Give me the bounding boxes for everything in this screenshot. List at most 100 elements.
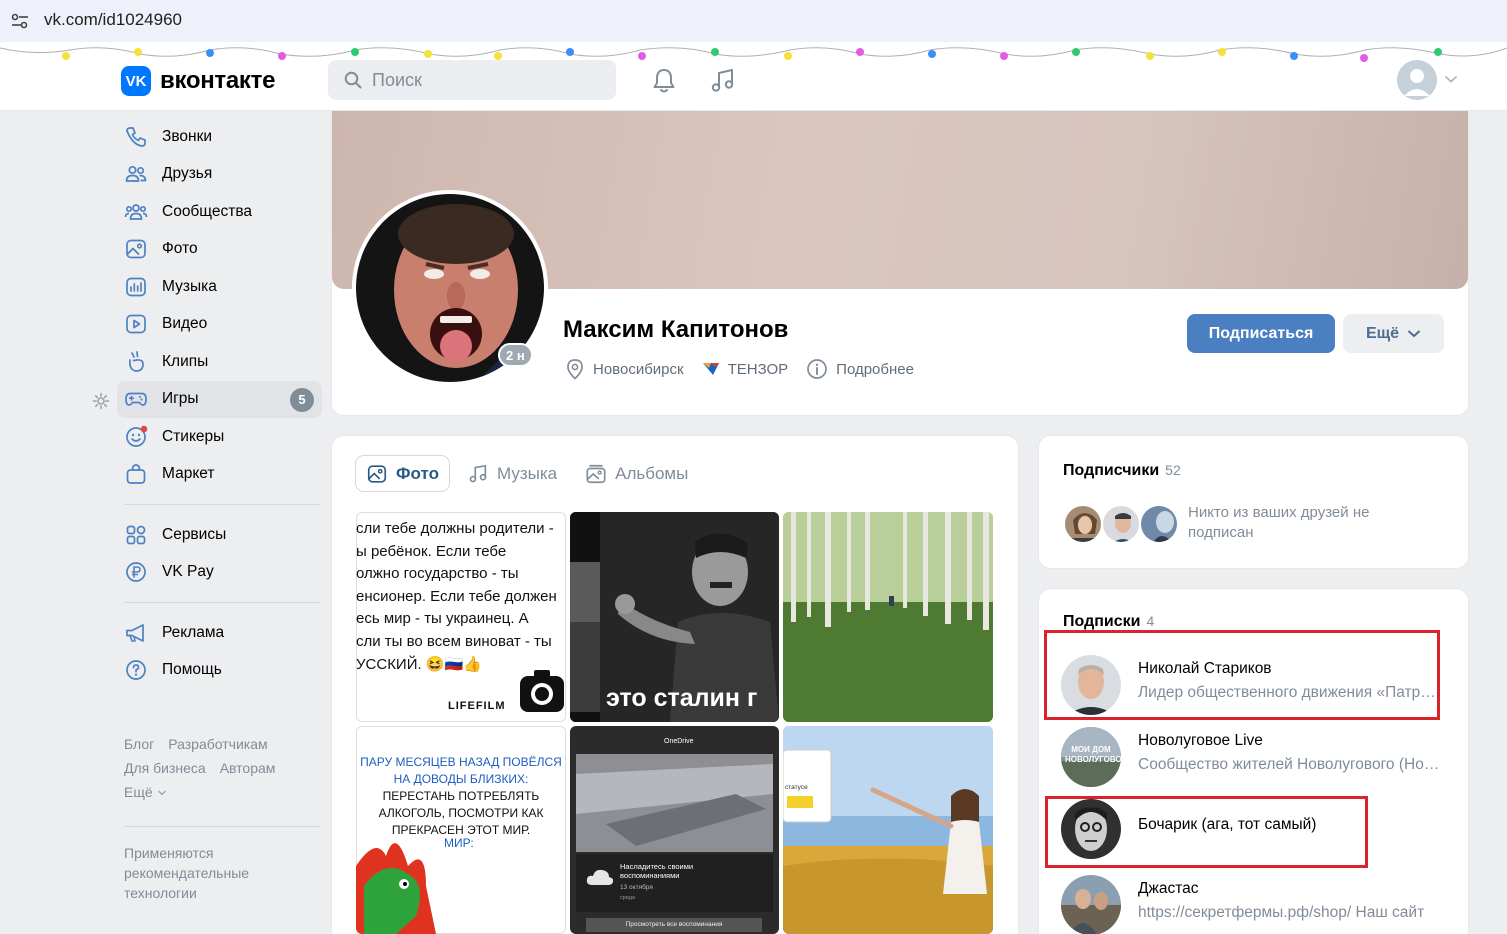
footer-link-business[interactable]: Для бизнеса <box>124 760 206 776</box>
nav-item-vkpay[interactable]: VK Pay <box>117 554 322 592</box>
tab-label: Фото <box>396 463 439 483</box>
photo-thumbnail[interactable]: сли тебе должны родители - ы ребёнок. Ес… <box>356 512 566 722</box>
tab-albums[interactable]: Альбомы <box>575 456 698 491</box>
garland-decoration <box>0 47 1507 62</box>
photo-thumbnail[interactable]: это сталин г <box>570 512 779 722</box>
more-actions-button[interactable]: Ещё <box>1343 314 1444 353</box>
footer-links: Блог Разработчикам Для бизнеса Авторам Ещё <box>124 732 324 804</box>
nav-label: Видео <box>162 315 208 333</box>
onedrive-notification: Насладитесь своими воспоминаниями 13 окт… <box>576 854 773 912</box>
browser-address-bar[interactable]: vk.com/id1024960 <box>0 0 1507 42</box>
site-settings-icon[interactable] <box>10 11 30 31</box>
chevron-down-icon <box>1408 330 1421 337</box>
music-note-icon[interactable] <box>708 66 738 96</box>
music-note-icon <box>469 464 487 482</box>
nav-item-calls[interactable]: Звонки <box>117 118 322 156</box>
chevron-down-icon[interactable] <box>157 789 167 797</box>
search-input[interactable] <box>372 69 602 91</box>
nav-item-ads[interactable]: Реклама <box>117 614 322 652</box>
footer-link-more[interactable]: Ещё <box>124 784 153 800</box>
photo-icon <box>126 239 146 259</box>
meme-world-label: МИР: <box>444 836 474 850</box>
subscription-item[interactable]: Джастас https://секретфермы.рф/shop/ Наш… <box>1061 873 1451 934</box>
chevron-down-icon[interactable] <box>1444 74 1458 84</box>
followers-card[interactable]: Подписчики 52 Никто из ваших друзей не по… <box>1039 436 1468 568</box>
nav-divider <box>124 602 320 603</box>
subscription-name: Джастас <box>1138 880 1199 897</box>
user-avatar[interactable] <box>1397 60 1437 100</box>
subscription-item[interactable]: МОИ ДОМ НОВОЛУГОВОЕ Новолуговое Live Соо… <box>1061 725 1451 789</box>
media-tabs: Фото Музыка Альбомы <box>356 456 706 491</box>
subscribe-button[interactable]: Подписаться <box>1187 314 1335 353</box>
media-card: Фото Музыка Альбомы сли тебе должны роди… <box>332 436 1018 934</box>
cloud-icon <box>586 869 614 885</box>
search-box[interactable] <box>328 60 616 100</box>
settings-gear-icon[interactable] <box>92 392 110 410</box>
nav-item-friends[interactable]: Друзья <box>117 156 322 194</box>
top-header: VK вконтакте <box>0 42 1507 111</box>
company-label: ТЕНЗОР <box>727 360 789 378</box>
photo-thumbnail[interactable]: пару месяцев назад повёлся на доводы бли… <box>356 726 566 934</box>
tab-label: Альбомы <box>615 463 689 483</box>
more-label: Ещё <box>1365 324 1400 342</box>
footer-link-blog[interactable]: Блог <box>124 736 154 752</box>
nav-label: Маркет <box>162 465 215 483</box>
nav-item-market[interactable]: Маркет <box>117 456 322 494</box>
vk-logo[interactable]: VK вконтакте <box>121 66 275 96</box>
url-text[interactable]: vk.com/id1024960 <box>44 10 182 30</box>
left-navigation: Звонки Друзья Сообщества Фото Музыка Вид… <box>117 118 322 689</box>
last-seen-badge: 2 н <box>498 343 533 367</box>
nav-item-stickers[interactable]: Стикеры <box>117 418 322 456</box>
recommendation-tech-note[interactable]: Применяются рекомендательные технологии <box>124 843 294 903</box>
nav-label: Звонки <box>162 127 213 145</box>
footer-link-authors[interactable]: Авторам <box>220 760 276 776</box>
meme-watermark: LIFEFILM <box>448 700 506 712</box>
footer-divider <box>124 826 320 827</box>
ruble-icon <box>126 562 146 583</box>
nav-item-help[interactable]: Помощь <box>117 652 322 690</box>
megaphone-icon <box>126 623 144 642</box>
info-icon <box>807 359 828 379</box>
nav-item-photo[interactable]: Фото <box>117 231 322 269</box>
subscriptions-count: 4 <box>1146 613 1155 629</box>
onedrive-view-button: Просмотреть все воспоминания <box>586 918 762 932</box>
subscription-avatar <box>1061 875 1121 934</box>
nav-label: Помощь <box>162 661 222 679</box>
follower-avatar[interactable] <box>1101 504 1141 544</box>
tab-photo[interactable]: Фото <box>356 456 449 491</box>
photo-thumbnail[interactable]: OneDrive Насладитесь своими воспоминания… <box>570 726 779 934</box>
subscriptions-title[interactable]: Подписки 4 <box>1063 613 1154 631</box>
nav-item-video[interactable]: Видео <box>117 306 322 344</box>
profile-info-row: Новосибирск ТЕНЗОР Подробнее <box>565 358 932 380</box>
subscription-description: https://секретфермы.рф/shop/ Наш сайт <box>1138 904 1425 921</box>
followers-title: Подписчики 52 <box>1063 462 1181 479</box>
nav-item-communities[interactable]: Сообщества <box>117 193 322 231</box>
nav-label: Друзья <box>162 165 213 183</box>
vk-logo-icon: VK <box>121 66 151 96</box>
profile-city[interactable]: Новосибирск <box>565 358 684 380</box>
nav-item-music[interactable]: Музыка <box>117 268 322 306</box>
tab-music[interactable]: Музыка <box>457 456 567 491</box>
albums-icon <box>586 464 606 483</box>
nav-item-services[interactable]: Сервисы <box>117 516 322 554</box>
follower-avatar[interactable] <box>1063 504 1103 544</box>
nav-item-clips[interactable]: Клипы <box>117 343 322 381</box>
profile-company[interactable]: ТЕНЗОР <box>702 360 789 378</box>
footer-link-developers[interactable]: Разработчикам <box>168 736 267 752</box>
nav-label: Музыка <box>162 277 217 295</box>
follower-avatar[interactable] <box>1139 504 1179 544</box>
photo-thumbnail[interactable] <box>783 512 993 722</box>
music-icon <box>126 277 146 297</box>
community-avatar-text: МОИ ДОМ НОВОЛУГОВОЕ <box>1065 745 1121 764</box>
location-pin-icon <box>567 359 583 380</box>
nav-label: Стикеры <box>162 427 225 445</box>
photo-thumbnail[interactable]: статусе <box>783 726 993 934</box>
nav-item-games[interactable]: Игры 5 <box>117 380 322 418</box>
onedrive-title: OneDrive <box>664 738 694 745</box>
profile-details-link[interactable]: Подробнее <box>806 358 914 380</box>
default-avatar-icon <box>1404 69 1430 96</box>
follower-avatars <box>1063 504 1183 544</box>
bell-icon[interactable] <box>649 66 679 96</box>
subscription-avatar: МОИ ДОМ НОВОЛУГОВОЕ <box>1061 727 1121 787</box>
nav-label: Клипы <box>162 352 209 370</box>
